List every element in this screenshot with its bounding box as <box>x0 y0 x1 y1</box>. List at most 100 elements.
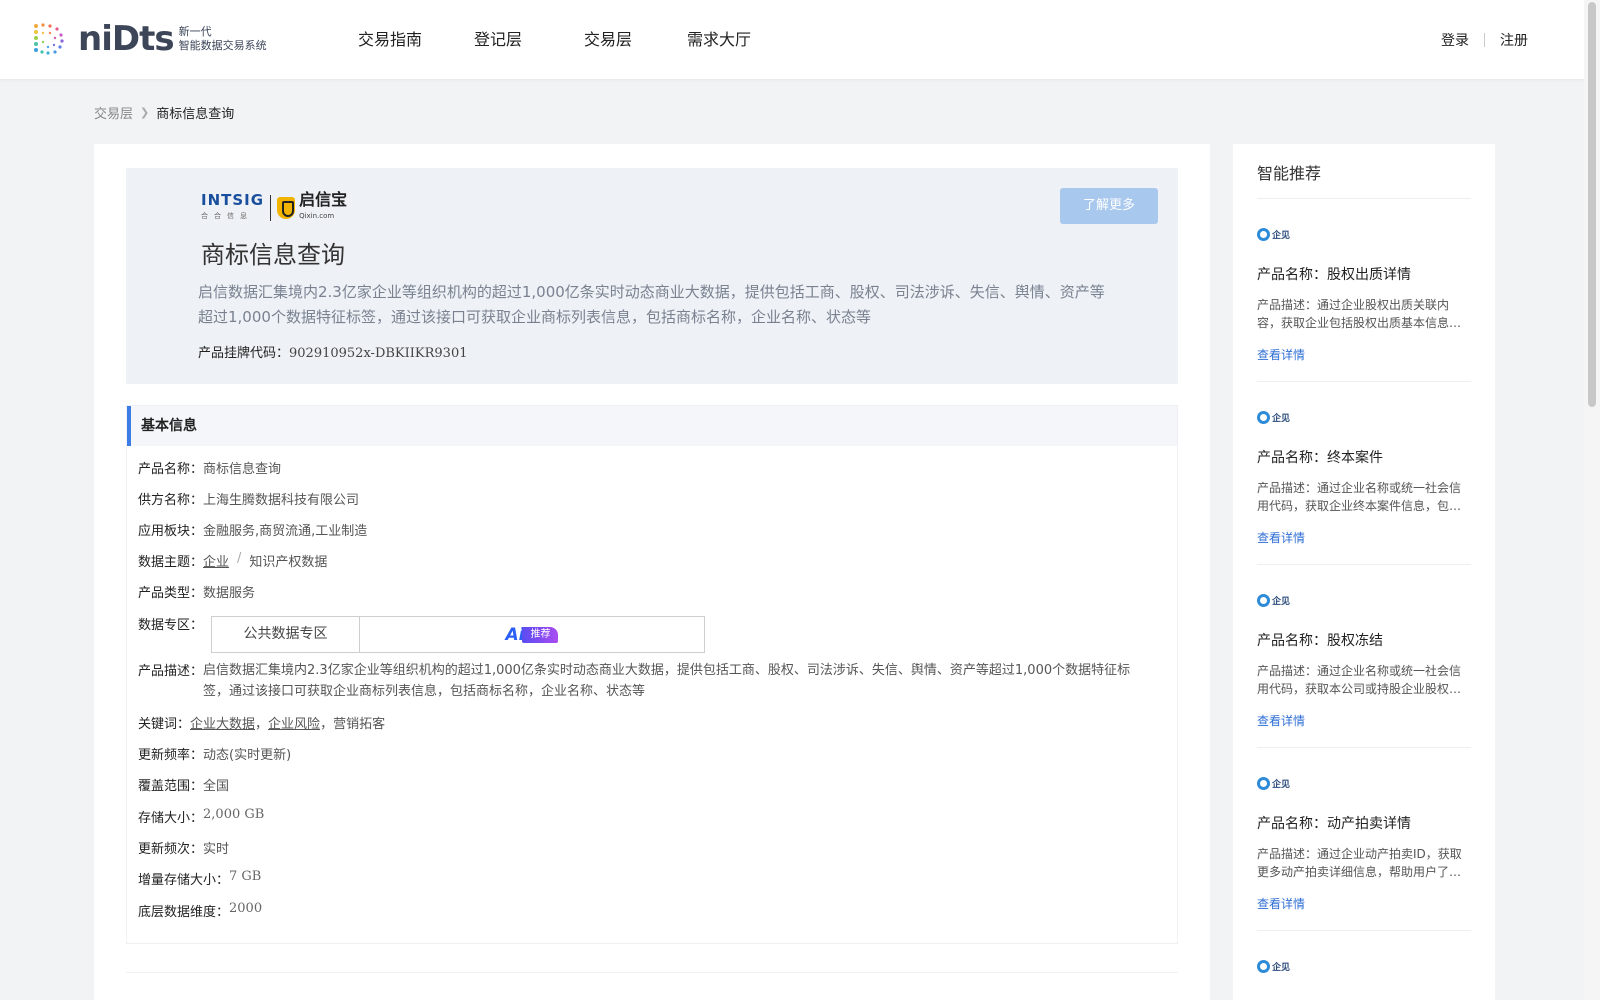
next-section-edge <box>126 972 1178 1000</box>
keywords-label: 关键词： <box>138 717 191 732</box>
info-row-description: 产品描述： 启信数据汇集境内2.3亿家企业等组织机构的超过1,000亿条实时动态… <box>138 660 1133 702</box>
incremental-label: 增量存储大小： <box>138 873 230 888</box>
intsig-logo-sub: 合合信息 <box>201 212 253 220</box>
recommend-item-desc: 产品描述：通过企业动产拍卖ID，获取更多动产拍卖详细信息，帮助用户了解拍卖情况 <box>1257 847 1462 879</box>
description-label: 产品描述： <box>138 664 204 679</box>
view-details-link[interactable]: 查看详情 <box>1257 895 1471 912</box>
provider-logo: 企见 <box>1257 226 1471 242</box>
sector-value: 金融服务,商贸流通,工业制造 <box>203 524 368 539</box>
provider-logo-icon <box>1257 227 1270 241</box>
nav-demand-hall[interactable]: 需求大厅 <box>687 0 751 79</box>
site-logo[interactable]: niDts 新一代 智能数据交易系统 <box>30 18 267 60</box>
nav-register-layer[interactable]: 登记层 <box>474 0 522 79</box>
provider-brand-logos: INTSIG 合合信息 启信宝 Qixin.com <box>201 192 347 224</box>
provider-logo: 企见 <box>1257 958 1471 974</box>
storage-label: 存储大小： <box>138 811 204 826</box>
sidebar-divider <box>1257 747 1471 748</box>
breadcrumb-parent[interactable]: 交易层 <box>94 103 133 122</box>
sidebar-divider <box>1257 564 1471 565</box>
listing-code: 产品挂牌代码：902910952x-DBKIIKR9301 <box>198 342 468 361</box>
coverage-value: 全国 <box>203 779 230 794</box>
product-name-value: 商标信息查询 <box>203 462 282 477</box>
basic-info-heading: 基本信息 <box>127 406 1177 446</box>
info-row-update-frequency: 更新频率： 动态(实时更新) <box>138 744 291 763</box>
recommend-item: 企见 产品名称：终本案件 产品描述：通过企业名称或统一社会信用代码，获取企业终本… <box>1257 409 1471 546</box>
qixin-shield-icon <box>277 197 296 219</box>
provider-logo-text: 企见 <box>1272 413 1291 424</box>
learn-more-button[interactable]: 了解更多 <box>1060 188 1158 224</box>
scrollbar-thumb[interactable] <box>1588 2 1596 407</box>
view-details-link[interactable]: 查看详情 <box>1257 529 1471 546</box>
listing-code-label: 产品挂牌代码： <box>198 346 290 361</box>
provider-logo: 企见 <box>1257 409 1471 425</box>
info-row-sector: 应用板块： 金融服务,商贸流通,工业制造 <box>138 520 367 539</box>
nav-trade-layer[interactable]: 交易层 <box>584 0 632 79</box>
theme-value-ip: 知识产权数据 <box>249 555 328 570</box>
provider-logo-text: 企见 <box>1272 962 1291 973</box>
keyword-link[interactable]: 企业风险 <box>268 713 320 732</box>
product-summary: 启信数据汇集境内2.3亿家企业等组织机构的超过1,000亿条实时动态商业大数据，… <box>198 283 1105 326</box>
view-details-link[interactable]: 查看详情 <box>1257 346 1471 363</box>
provider-logo-text: 企见 <box>1272 596 1291 607</box>
data-zone-value: 公共数据专区 <box>212 617 360 652</box>
supplier-label: 供方名称： <box>138 493 204 508</box>
provider-logo-text: 企见 <box>1272 230 1291 241</box>
logo-subtitle: 新一代 智能数据交易系统 <box>179 25 267 53</box>
listing-code-value: 902910952x-DBKIIKR9301 <box>289 346 468 361</box>
keyword-text: 营销拓客 <box>333 717 386 732</box>
logo-dots-icon <box>30 20 68 58</box>
qixin-logo-text: 启信宝 <box>299 190 348 209</box>
page-scrollbar[interactable] <box>1584 0 1600 1000</box>
logo-sub-line-1: 新一代 <box>178 25 212 38</box>
recommend-item-desc: 产品描述：通过企业股权出质关联内容，获取企业包括股权出质基本信息等内容 <box>1257 298 1462 330</box>
update-frequency-label: 更新频率： <box>138 748 204 763</box>
ai-recommend-badge[interactable]: Ai 推荐 <box>506 625 559 645</box>
auth-divider <box>1484 32 1485 47</box>
info-row-zone: 数据专区： <box>138 614 203 633</box>
breadcrumb: 交易层 ❯ 商标信息查询 <box>94 103 234 122</box>
product-detail-card: INTSIG 合合信息 启信宝 Qixin.com 了解更多 商标信息查询 启信… <box>94 144 1210 1000</box>
keyword-link[interactable]: 企业大数据 <box>190 713 255 732</box>
sidebar-title: 智能推荐 <box>1257 164 1322 183</box>
theme-label: 数据主题： <box>138 555 204 570</box>
supplier-value: 上海生腾数据科技有限公司 <box>203 493 360 508</box>
qixin-logo-sub: Qixin.com <box>299 212 335 220</box>
info-row-storage: 存储大小： 2,000 GB <box>138 807 264 826</box>
sidebar-divider <box>1257 930 1471 931</box>
theme-link-enterprise[interactable]: 企业 <box>203 551 229 570</box>
storage-value: 2,000 GB <box>203 807 265 822</box>
info-row-theme: 数据主题： 企业 / 知识产权数据 <box>138 551 327 570</box>
recommend-item-name: 产品名称：动产拍卖详情 <box>1257 816 1411 832</box>
update-times-value: 实时 <box>203 842 230 857</box>
chevron-right-icon: ❯ <box>140 106 150 119</box>
recommend-item-desc: 产品描述：通过企业名称或统一社会信用代码，获取企业终本案件信息，包括案号等内容 <box>1257 481 1462 513</box>
recommend-item: 企见 产品名称：动产拍卖详情 产品描述：通过企业动产拍卖ID，获取更多动产拍卖详… <box>1257 775 1471 912</box>
info-row-incremental: 增量存储大小： 7 GB <box>138 869 261 888</box>
logo-wordmark: niDts <box>78 19 175 59</box>
type-value: 数据服务 <box>203 586 256 601</box>
view-details-link[interactable]: 查看详情 <box>1257 712 1471 729</box>
recommend-item: 企见 <box>1257 958 1471 974</box>
coverage-label: 覆盖范围： <box>138 779 204 794</box>
dimensions-value: 2000 <box>229 901 263 916</box>
qixin-logo: 启信宝 Qixin.com <box>299 192 347 224</box>
login-link[interactable]: 登录 <box>1441 30 1469 50</box>
recommend-item-name: 产品名称：终本案件 <box>1257 450 1383 466</box>
logo-sub-line-2: 智能数据交易系统 <box>178 39 267 52</box>
recommend-item-name: 产品名称：股权出质详情 <box>1257 267 1411 283</box>
register-link[interactable]: 注册 <box>1500 30 1528 50</box>
provider-logo-text: 企见 <box>1272 779 1291 790</box>
auth-links: 登录 注册 <box>1441 0 1528 79</box>
product-hero: INTSIG 合合信息 启信宝 Qixin.com 了解更多 商标信息查询 启信… <box>126 168 1178 384</box>
intsig-logo-text: INTSIG <box>201 191 265 209</box>
recommend-item: 企见 产品名称：股权冻结 产品描述：通过企业名称或统一社会信用代码，获取本公司或… <box>1257 592 1471 729</box>
description-value: 启信数据汇集境内2.3亿家企业等组织机构的超过1,000亿条实时动态商业大数据，… <box>203 663 1131 699</box>
nav-trade-guide[interactable]: 交易指南 <box>358 0 422 79</box>
info-row-update-times: 更新频次： 实时 <box>138 838 229 857</box>
recommend-item: 企见 产品名称：股权出质详情 产品描述：通过企业股权出质关联内容，获取企业包括股… <box>1257 226 1471 363</box>
top-header: niDts 新一代 智能数据交易系统 交易指南 登记层 交易层 需求大厅 登录 … <box>0 0 1584 79</box>
info-row-keywords: 关键词： 企业大数据，企业风险，营销拓客 <box>138 713 385 732</box>
provider-logo-icon <box>1257 593 1270 607</box>
incremental-value: 7 GB <box>229 869 262 884</box>
provider-logo: 企见 <box>1257 592 1471 608</box>
